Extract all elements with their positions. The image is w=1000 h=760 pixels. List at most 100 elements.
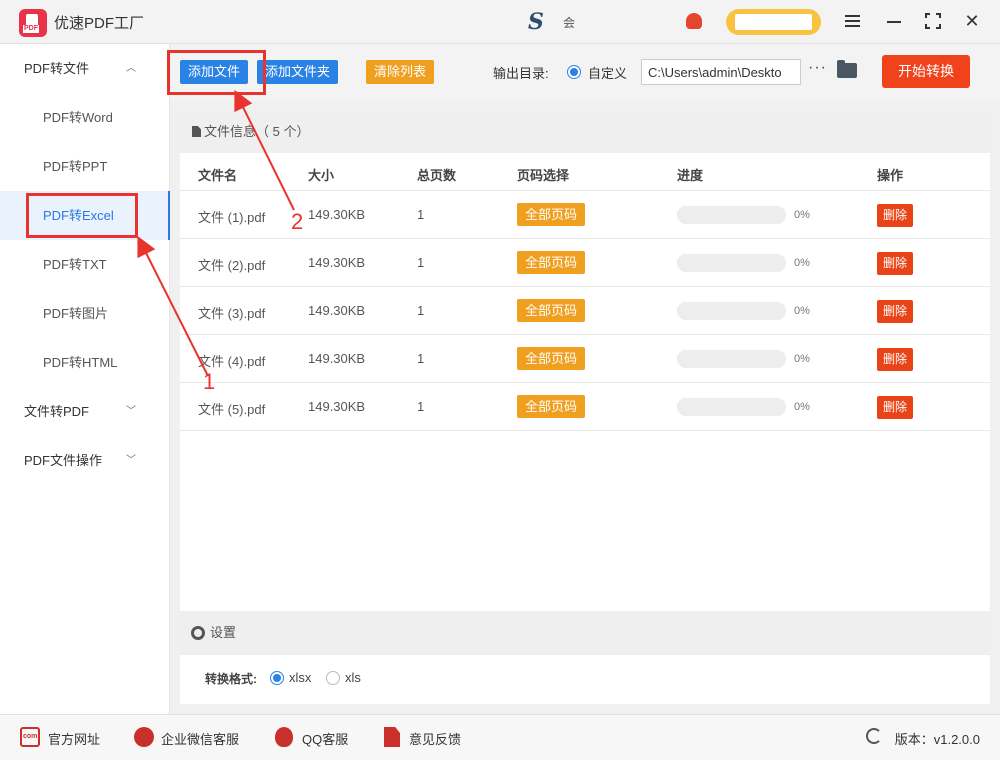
progress-bar	[677, 302, 786, 320]
table-header: 文件名 大小 总页数 页码选择 进度 操作	[180, 153, 990, 191]
sidebar-group-label: 文件转PDF	[24, 404, 90, 419]
feedback-link[interactable]: 意见反馈	[409, 729, 461, 748]
file-pages: 1	[417, 351, 425, 366]
refresh-icon[interactable]	[866, 728, 882, 744]
file-name: 文件 (1).pdf	[198, 210, 266, 225]
annotation-number-2: 2	[291, 209, 304, 234]
brand-label: 会	[563, 16, 576, 30]
file-panel-title: 文件信息（ 5 个）	[204, 124, 310, 139]
toolbar: 添加文件 添加文件夹 清除列表 输出目录: 自定义 ··· 开始转换	[171, 44, 1000, 101]
minimize-icon[interactable]	[883, 10, 905, 32]
sidebar-item-pdf-to-image[interactable]: PDF转图片	[0, 289, 170, 338]
file-pages: 1	[417, 255, 425, 270]
sidebar-group-pdf-to-file[interactable]: PDF转文件 ︿	[0, 44, 170, 93]
file-name: 文件 (5).pdf	[198, 402, 266, 417]
delete-button[interactable]: 删除	[877, 252, 914, 275]
output-path-input[interactable]	[641, 59, 801, 85]
notification-icon[interactable]	[686, 13, 702, 29]
page-select-button[interactable]: 全部页码	[517, 395, 586, 418]
col-header-action: 操作	[877, 168, 904, 183]
file-pages: 1	[417, 207, 425, 222]
sidebar-group-label: PDF转文件	[24, 61, 90, 76]
table-row: 文件 (3).pdf 149.30KB 1 全部页码 0% 删除	[180, 287, 990, 335]
chevron-down-icon: ﹀	[126, 455, 136, 466]
progress-bar	[677, 398, 786, 416]
more-options-icon[interactable]: ···	[808, 59, 827, 77]
delete-button[interactable]: 删除	[877, 300, 914, 323]
progress-percent: 0%	[794, 257, 810, 269]
sidebar-group-pdf-operations[interactable]: PDF文件操作 ﹀	[0, 436, 170, 485]
sidebar-group-label: PDF文件操作	[24, 453, 103, 468]
sidebar: PDF转文件 ︿ PDF转Word PDF转PPT PDF转Excel PDF转…	[0, 44, 170, 714]
col-header-size: 大小	[308, 168, 335, 183]
col-header-name: 文件名	[198, 168, 238, 183]
col-header-progress: 进度	[677, 168, 704, 183]
file-name: 文件 (3).pdf	[198, 306, 266, 321]
format-xls-radio[interactable]	[326, 671, 340, 685]
file-size: 149.30KB	[308, 399, 366, 414]
delete-button[interactable]: 删除	[877, 396, 914, 419]
qq-support-link[interactable]: QQ客服	[302, 729, 348, 748]
sidebar-item-pdf-to-txt[interactable]: PDF转TXT	[0, 240, 170, 289]
start-convert-button[interactable]: 开始转换	[882, 55, 970, 88]
page-select-button[interactable]: 全部页码	[517, 251, 586, 274]
feedback-icon	[384, 727, 400, 747]
sidebar-item-pdf-to-ppt[interactable]: PDF转PPT	[0, 142, 170, 191]
format-xls-label: xls	[345, 670, 361, 685]
close-icon[interactable]: ✕	[961, 10, 983, 32]
add-file-button[interactable]: 添加文件	[180, 60, 249, 84]
progress-percent: 0%	[794, 401, 810, 413]
sidebar-item-pdf-to-html[interactable]: PDF转HTML	[0, 338, 170, 387]
app-logo-icon	[19, 9, 47, 37]
table-row: 文件 (5).pdf 149.30KB 1 全部页码 0% 删除	[180, 383, 990, 431]
website-icon	[20, 727, 40, 747]
table-row: 文件 (2).pdf 149.30KB 1 全部页码 0% 删除	[180, 239, 990, 287]
add-folder-button[interactable]: 添加文件夹	[257, 60, 339, 84]
chevron-up-icon: ︿	[126, 63, 136, 74]
page-select-button[interactable]: 全部页码	[517, 347, 586, 370]
sidebar-item-pdf-to-excel[interactable]: PDF转Excel	[0, 191, 170, 240]
user-account-button[interactable]	[726, 9, 821, 35]
file-size: 149.30KB	[308, 303, 366, 318]
col-header-pages: 总页数	[417, 168, 457, 183]
wechat-icon	[134, 727, 154, 747]
wechat-support-link[interactable]: 企业微信客服	[161, 729, 239, 748]
progress-percent: 0%	[794, 353, 810, 365]
settings-header: 设置	[180, 611, 990, 655]
official-website-link[interactable]: 官方网址	[48, 729, 100, 748]
format-label: 转换格式:	[205, 672, 257, 686]
format-xlsx-label: xlsx	[289, 670, 312, 685]
file-pages: 1	[417, 399, 425, 414]
user-name-redacted	[735, 14, 812, 30]
version-label: 版本：v1.2.0.0	[894, 732, 980, 747]
progress-bar	[677, 350, 786, 368]
sidebar-group-file-to-pdf[interactable]: 文件转PDF ﹀	[0, 387, 170, 436]
file-size: 149.30KB	[308, 255, 366, 270]
col-header-page-select: 页码选择	[517, 168, 570, 183]
progress-percent: 0%	[794, 305, 810, 317]
gear-icon	[191, 626, 205, 640]
folder-icon[interactable]	[837, 60, 857, 78]
annotation-number-1: 1	[203, 369, 216, 394]
page-select-button[interactable]: 全部页码	[517, 299, 586, 322]
clear-list-button[interactable]: 清除列表	[366, 60, 435, 84]
progress-percent: 0%	[794, 209, 810, 221]
file-name: 文件 (2).pdf	[198, 258, 266, 273]
output-custom-radio[interactable]	[567, 65, 581, 79]
delete-button[interactable]: 删除	[877, 348, 914, 371]
maximize-icon[interactable]	[922, 10, 944, 32]
format-xlsx-radio[interactable]	[270, 671, 284, 685]
page-select-button[interactable]: 全部页码	[517, 203, 586, 226]
chevron-down-icon: ﹀	[126, 406, 136, 417]
settings-body: 转换格式: xlsx xls	[180, 655, 990, 704]
table-row: 文件 (4).pdf 149.30KB 1 全部页码 0% 删除	[180, 335, 990, 383]
sidebar-item-pdf-to-word[interactable]: PDF转Word	[0, 93, 170, 142]
menu-icon[interactable]	[842, 10, 864, 32]
delete-button[interactable]: 删除	[877, 204, 914, 227]
output-custom-label: 自定义	[588, 66, 628, 81]
footer: 官方网址 企业微信客服 QQ客服 意见反馈 版本：v1.2.0.0	[0, 714, 1000, 760]
brand-s-icon: S	[528, 9, 544, 35]
file-size: 149.30KB	[308, 351, 366, 366]
file-panel-header: 文件信息（ 5 个）	[180, 111, 990, 153]
progress-bar	[677, 206, 786, 224]
